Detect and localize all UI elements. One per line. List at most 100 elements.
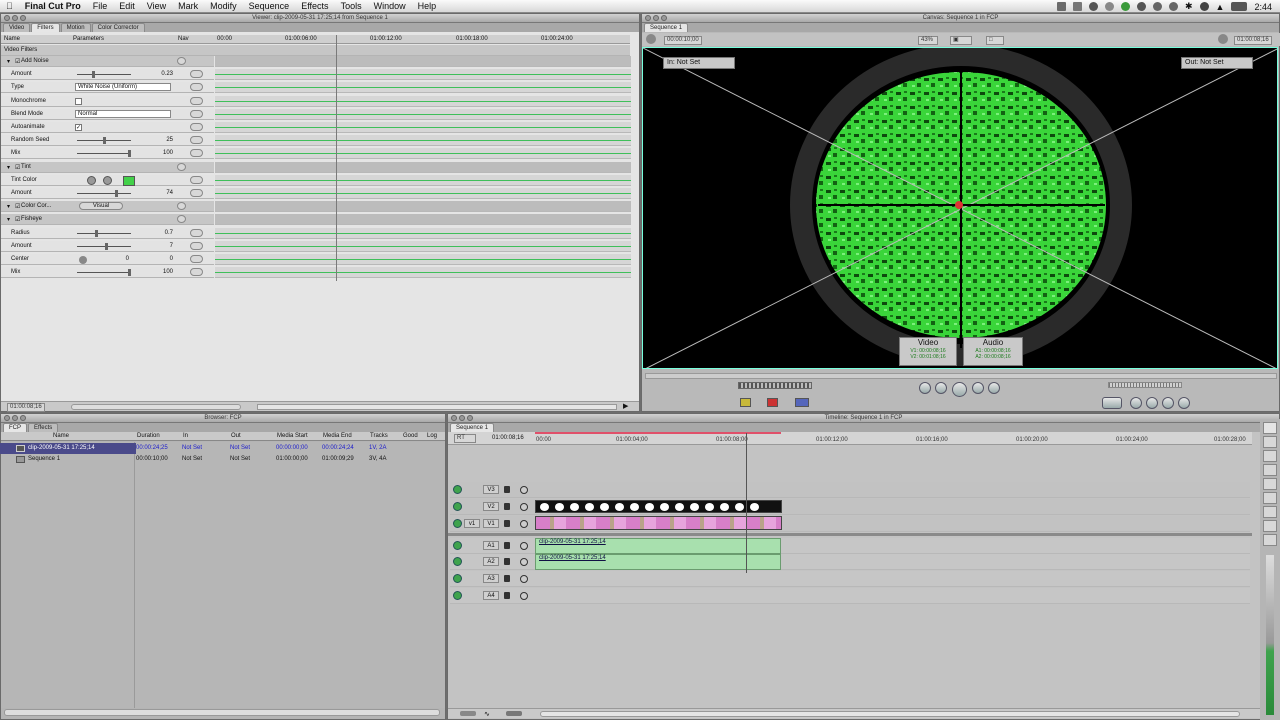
roll-tool-icon[interactable] bbox=[1263, 464, 1277, 476]
rt-menu[interactable]: RT bbox=[454, 434, 476, 443]
keyframe-lane[interactable] bbox=[215, 188, 631, 199]
keyframe-nav-button[interactable] bbox=[190, 241, 203, 250]
canvas-timecode[interactable]: 01:00:08;16 bbox=[1234, 36, 1272, 45]
track-link-icon[interactable] bbox=[520, 503, 528, 511]
clock[interactable]: 2:44 bbox=[1254, 2, 1272, 12]
param-value[interactable]: 0.23 bbox=[141, 71, 173, 77]
track-link-icon[interactable] bbox=[520, 542, 528, 550]
audio-clip-a1[interactable]: clip-2009-05-31 17:25;14 bbox=[535, 538, 781, 554]
param-checkbox[interactable] bbox=[75, 97, 82, 105]
param-slider[interactable] bbox=[77, 229, 131, 237]
keyframe-lane[interactable] bbox=[215, 69, 631, 81]
disclosure-triangle-icon[interactable]: ▾ bbox=[7, 216, 10, 223]
view-popup[interactable]: ▣ bbox=[950, 36, 972, 45]
filter-header[interactable]: Color Cor... ▾ ☑ Visual bbox=[1, 201, 214, 213]
track-label[interactable]: A1 bbox=[483, 541, 499, 550]
track-link-icon[interactable] bbox=[520, 592, 528, 600]
keyframe-lane[interactable] bbox=[215, 108, 631, 120]
source-patch-v1[interactable]: v1 bbox=[464, 519, 480, 528]
viewer-title-bar[interactable]: Viewer: clip-2009-05-31 17:25;14 from Se… bbox=[1, 14, 639, 23]
tab-sequence-1[interactable]: Sequence 1 bbox=[644, 23, 689, 32]
app-menu[interactable]: Final Cut Pro bbox=[19, 1, 87, 11]
video-clip-v1[interactable] bbox=[535, 516, 782, 530]
track-visibility-icon[interactable] bbox=[453, 541, 462, 550]
filter-enable-checkbox[interactable]: ☑ bbox=[15, 58, 20, 65]
keyframe-nav-button[interactable] bbox=[190, 149, 203, 158]
zoom-popup[interactable]: 43% bbox=[918, 36, 938, 45]
volume-icon[interactable]: ▲ bbox=[1216, 2, 1225, 12]
filter-header[interactable]: Fisheye ▾ ☑ bbox=[1, 214, 214, 226]
menu-effects[interactable]: Effects bbox=[295, 1, 334, 11]
col-name[interactable]: Name bbox=[53, 433, 69, 439]
track-visibility-icon[interactable] bbox=[453, 485, 462, 494]
track-visibility-icon[interactable] bbox=[453, 557, 462, 566]
track-lock-icon[interactable] bbox=[504, 520, 510, 527]
tab-fcp[interactable]: FCP bbox=[3, 423, 27, 432]
mark-stop-button[interactable] bbox=[1162, 397, 1174, 409]
track-link-icon[interactable] bbox=[520, 575, 528, 583]
browser-title-bar[interactable]: Browser: FCP bbox=[1, 414, 445, 423]
crop-tool-icon[interactable] bbox=[1263, 520, 1277, 532]
zoom-slider[interactable] bbox=[506, 711, 522, 716]
keyframe-lane[interactable] bbox=[215, 161, 631, 173]
keyframe-lane[interactable] bbox=[215, 95, 631, 107]
col-out[interactable]: Out bbox=[231, 433, 241, 439]
clip-overlay-icon[interactable]: ∿ bbox=[484, 710, 490, 718]
param-value[interactable]: 7 bbox=[141, 243, 173, 249]
pen-tool-icon[interactable] bbox=[1263, 534, 1277, 546]
col-media-start[interactable]: Media Start bbox=[277, 433, 308, 439]
param-select[interactable]: Normal bbox=[75, 109, 171, 118]
param-value[interactable]: 0 bbox=[141, 256, 173, 262]
next-edit-button[interactable] bbox=[972, 382, 984, 394]
battery-icon[interactable] bbox=[1231, 2, 1248, 11]
keyframe-nav-button[interactable] bbox=[190, 255, 203, 263]
col-media-end[interactable]: Media End bbox=[323, 433, 352, 439]
tab-video[interactable]: Video bbox=[3, 23, 31, 32]
track-visibility-icon[interactable] bbox=[453, 502, 462, 511]
tab-motion[interactable]: Motion bbox=[60, 23, 91, 32]
eyedropper-icon[interactable] bbox=[87, 175, 96, 185]
param-row[interactable]: Autoanimate ✓ bbox=[1, 122, 214, 133]
track-lock-icon[interactable] bbox=[504, 592, 510, 599]
param-row[interactable]: Amount 7 bbox=[1, 240, 214, 252]
keyframe-nav-button[interactable] bbox=[190, 268, 203, 277]
tab-color-corrector[interactable]: Color Corrector bbox=[91, 23, 145, 32]
param-row[interactable]: Mix 100 bbox=[1, 148, 214, 160]
filter-enable-checkbox[interactable]: ☑ bbox=[15, 216, 20, 223]
col-name[interactable]: Name bbox=[4, 36, 20, 42]
jog-control[interactable] bbox=[1108, 382, 1182, 388]
previous-edit-button[interactable] bbox=[935, 382, 947, 394]
disclosure-triangle-icon[interactable]: ▾ bbox=[7, 203, 10, 210]
bluetooth-icon[interactable]: ✱ bbox=[1185, 1, 1193, 12]
param-checkbox[interactable]: ✓ bbox=[75, 124, 82, 131]
track-label[interactable]: V3 bbox=[483, 485, 499, 494]
track-lock-icon[interactable] bbox=[504, 503, 510, 510]
param-slider[interactable] bbox=[77, 269, 131, 277]
disclosure-triangle-icon[interactable]: ▾ bbox=[7, 164, 10, 171]
menu-sequence[interactable]: Sequence bbox=[243, 1, 296, 11]
param-row[interactable]: Type White Noise (Uniform) bbox=[1, 82, 214, 94]
param-row[interactable]: Monochrome bbox=[1, 95, 214, 107]
keyframe-lane[interactable] bbox=[215, 56, 631, 67]
menu-modify[interactable]: Modify bbox=[204, 1, 243, 11]
mark-in-button[interactable] bbox=[1102, 397, 1122, 409]
param-value[interactable]: 74 bbox=[141, 190, 173, 196]
param-slider[interactable] bbox=[77, 71, 131, 79]
timeline-timecode[interactable]: 01:00:08;16 bbox=[492, 435, 524, 441]
status-icon-2[interactable] bbox=[1073, 2, 1082, 11]
selection-tool-icon[interactable] bbox=[1263, 422, 1277, 434]
tint-color-swatch[interactable] bbox=[123, 175, 135, 186]
reset-icon[interactable] bbox=[177, 215, 186, 224]
param-value[interactable]: 0.7 bbox=[141, 230, 173, 236]
keyframe-lane[interactable] bbox=[215, 240, 631, 252]
mark-split-button[interactable] bbox=[1146, 397, 1158, 409]
timeline-title-bar[interactable]: Timeline: Sequence 1 in FCP bbox=[448, 414, 1279, 423]
track-lock-icon[interactable] bbox=[504, 558, 510, 565]
apple-menu-icon[interactable]:  bbox=[0, 1, 19, 11]
timeline-scrollbar[interactable] bbox=[540, 711, 1240, 717]
visual-button[interactable]: Visual bbox=[79, 202, 123, 211]
keyframe-nav-button[interactable] bbox=[190, 96, 203, 105]
tab-sequence-1[interactable]: Sequence 1 bbox=[450, 423, 495, 432]
track-lock-icon[interactable] bbox=[504, 486, 510, 493]
param-row[interactable]: Radius 0.7 bbox=[1, 227, 214, 239]
